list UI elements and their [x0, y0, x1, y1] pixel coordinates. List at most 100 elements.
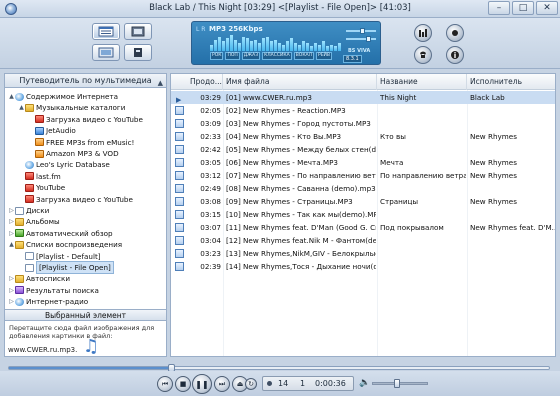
- tree-item[interactable]: FREE MP3s from eMusic!: [28, 137, 134, 148]
- tree-item[interactable]: ▲ Музыкальные каталоги: [18, 102, 125, 113]
- pause-button[interactable]: ❚❚: [192, 374, 212, 394]
- record-icon: [452, 30, 458, 36]
- table-row[interactable]: 02:05 [02] New Rhymes - Reaction.MP3: [171, 104, 555, 117]
- expander-icon[interactable]: ▲: [8, 91, 15, 102]
- eq-preset-button[interactable]: КЛАССИКА: [262, 52, 292, 60]
- selected-file-name: www.CWER.ru.mp3.: [8, 346, 78, 354]
- previous-button[interactable]: ⏮: [157, 376, 173, 392]
- expander-icon[interactable]: ▷: [8, 296, 15, 307]
- expander-icon[interactable]: ▲: [8, 239, 15, 250]
- spectrum-bar: [318, 45, 321, 51]
- visualizer-display[interactable]: L R MP3 256Kbps РОК ПОП ДЖАЗ КЛАССИКА ВОКАЛ Р…: [191, 21, 381, 65]
- skin-mode-button[interactable]: [92, 44, 120, 61]
- seek-bar[interactable]: [8, 364, 550, 372]
- mini-mode-button[interactable]: [124, 44, 152, 61]
- tree-item-label: Загрузка видео с YouTube: [46, 114, 143, 124]
- table-row[interactable]: 02:33 [04] New Rhymes - Кто Вы.MP3 Кто вы N…: [171, 130, 555, 143]
- video-mode-button[interactable]: [124, 23, 152, 40]
- expander-icon[interactable]: ▷: [8, 228, 15, 239]
- playback-mode-button[interactable]: ↻: [245, 378, 257, 390]
- eq-slider-mid[interactable]: [346, 36, 376, 42]
- tree-item[interactable]: ▷ Результаты поиска: [8, 285, 99, 296]
- table-row[interactable]: 03:15 [10] New Rhymes - Так как мы(demo).…: [171, 208, 555, 221]
- view-list-button[interactable]: [92, 23, 120, 40]
- tree-item[interactable]: Leo's Lyric Database: [18, 159, 110, 170]
- window-title: Black Lab / This Night [03:29] <[Playlis…: [149, 3, 411, 13]
- audio-file-icon: [175, 223, 184, 232]
- next-button[interactable]: ⏭: [214, 376, 230, 392]
- eq-preset-button[interactable]: РЕЙВ: [315, 52, 332, 60]
- phone-sync-button[interactable]: [414, 46, 432, 64]
- cell-filename: [01] www.CWER.ru.mp3: [226, 93, 312, 102]
- table-row[interactable]: 02:49 [08] New Rhymes - Саванна (demo).mp…: [171, 182, 555, 195]
- pause-icon: ❚❚: [195, 379, 209, 389]
- table-row[interactable]: 02:39 [14] New Rhymes,Тося - Дыхание ночи…: [171, 260, 555, 273]
- column-filename[interactable]: Имя файла: [223, 74, 377, 90]
- globe-icon: [15, 92, 24, 101]
- eq-knob[interactable]: [366, 36, 371, 42]
- table-row[interactable]: 02:42 [05] New Rhymes - Между белых стен(…: [171, 143, 555, 156]
- tree-item[interactable]: Загрузка видео с YouTube: [18, 194, 133, 205]
- table-row[interactable]: 03:05 [06] New Rhymes - Мечта.MP3 Мечта New…: [171, 156, 555, 169]
- spectrum-bar: [306, 43, 309, 51]
- table-row[interactable]: ▶ 03:29 [01] www.CWER.ru.mp3 This Night Blac…: [171, 91, 555, 104]
- expander-icon[interactable]: ▲: [18, 102, 25, 113]
- tree-item[interactable]: ▷ Интернет-радио: [8, 296, 88, 307]
- table-row[interactable]: 03:12 [07] New Rhymes - По направлению ве…: [171, 169, 555, 182]
- expander-icon[interactable]: ▷: [8, 205, 15, 216]
- stop-button[interactable]: ■: [175, 376, 191, 392]
- minimize-button[interactable]: –: [488, 1, 510, 15]
- record-button[interactable]: [446, 24, 464, 42]
- tree-item[interactable]: ▲ Списки воспроизведения: [8, 239, 122, 250]
- table-row[interactable]: 03:23 [13] New Rhymes,NikM,GIV - Белокрыл…: [171, 247, 555, 260]
- spectrum-bar: [242, 37, 245, 51]
- expander-icon[interactable]: ▷: [8, 216, 15, 227]
- selected-item-header[interactable]: Выбранный элемент: [5, 309, 166, 321]
- column-duration[interactable]: Продо...: [187, 74, 223, 90]
- column-artist[interactable]: Исполнитель: [467, 74, 555, 90]
- eq-preset-button[interactable]: ПОП: [225, 52, 240, 60]
- expander-icon[interactable]: ▷: [8, 273, 15, 284]
- tree-item[interactable]: ▷ Альбомы: [8, 216, 60, 227]
- tree-item[interactable]: Amazon MP3 & VOD: [28, 148, 119, 159]
- tree-item[interactable]: ▷ Автоматический обзор: [8, 228, 112, 239]
- tree-item[interactable]: last.fm: [18, 171, 61, 182]
- tree-item[interactable]: [Playlist - File Open]: [18, 261, 114, 274]
- tree-item[interactable]: ▷ Диски: [8, 205, 49, 216]
- maximize-button[interactable]: □: [512, 1, 534, 15]
- volume-handle[interactable]: [394, 379, 400, 388]
- doc-icon: [25, 252, 34, 261]
- eq-knob[interactable]: [360, 28, 365, 34]
- tree-item[interactable]: ▲ Содержимое Интернета: [8, 91, 118, 102]
- eq-preset-button[interactable]: ДЖАЗ: [241, 52, 261, 60]
- media-navigator-header[interactable]: Путеводитель по мультимедиа ▲: [5, 74, 166, 88]
- status-dot-icon: [267, 381, 272, 386]
- expander-icon[interactable]: ▷: [8, 285, 15, 296]
- table-row[interactable]: 03:07 [11] New Rhymes feat. D'Man (Good G…: [171, 221, 555, 234]
- volume-slider[interactable]: [372, 379, 428, 388]
- tree-item[interactable]: YouTube: [18, 182, 65, 193]
- table-row[interactable]: 03:08 [09] New Rhymes - Страницы.MP3 Стран…: [171, 195, 555, 208]
- eq-slider-top[interactable]: [346, 28, 376, 34]
- table-row[interactable]: 03:09 [03] New Rhymes - Город пустоты.MP3: [171, 117, 555, 130]
- equalizer-button[interactable]: [414, 24, 432, 42]
- column-title[interactable]: Название: [377, 74, 467, 90]
- tree-item[interactable]: ▷ Автосписки: [8, 273, 70, 284]
- tree-item[interactable]: JetAudio: [28, 125, 76, 136]
- spectrum-bar: [226, 38, 229, 51]
- close-button[interactable]: ✕: [536, 1, 558, 15]
- spectrum-bar: [334, 46, 337, 51]
- help-button[interactable]: [446, 46, 464, 64]
- spectrum-bar: [234, 40, 237, 51]
- eq-preset-button[interactable]: РОК: [210, 52, 224, 60]
- tree-item[interactable]: Загрузка видео с YouTube: [28, 114, 143, 125]
- tree-item-label: [Playlist - Default]: [36, 251, 101, 261]
- playlist-table: Продо... Имя файла Название Исполнитель …: [170, 73, 556, 357]
- eq-preset-button[interactable]: ВОКАЛ: [293, 52, 314, 60]
- spectrum-bar: [322, 41, 325, 51]
- tree-item[interactable]: [Playlist - Default]: [18, 251, 101, 262]
- volume-icon[interactable]: 🔈: [359, 378, 370, 388]
- table-row[interactable]: 03:04 [12] New Rhymes feat.Nik M - Фантом…: [171, 234, 555, 247]
- next-icon: ⏭: [218, 379, 226, 388]
- spectrum-bar: [330, 45, 333, 51]
